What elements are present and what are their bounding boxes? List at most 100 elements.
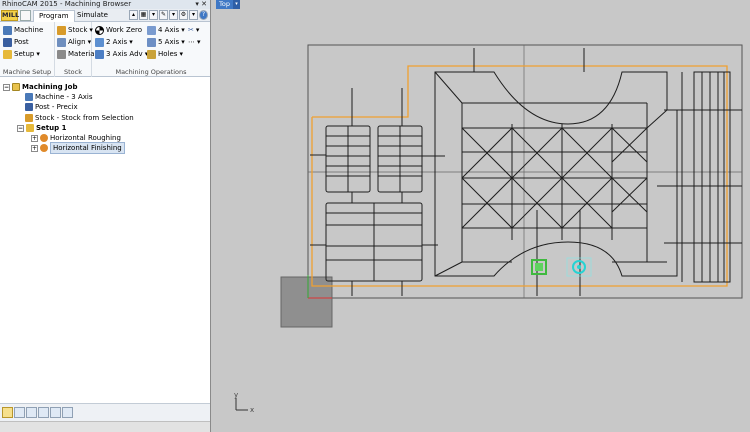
- app-window: RhinoCAM 2015 - Machining Browser ▾ ✕ MI…: [0, 0, 750, 432]
- work-zero-button[interactable]: Work Zero: [95, 25, 142, 36]
- setup-icon: [26, 124, 34, 132]
- app-icon[interactable]: [20, 10, 31, 21]
- group-label-machine-setup: Machine Setup: [2, 68, 52, 76]
- align-button[interactable]: Align ▾: [57, 37, 91, 48]
- dropdown-icon[interactable]: ▾: [149, 10, 158, 20]
- operation-icon: [40, 144, 48, 152]
- panel-window-controls[interactable]: ▾ ✕: [195, 0, 207, 9]
- collapse-toggle[interactable]: −: [17, 124, 24, 132]
- tools-icon: ✂: [188, 26, 194, 34]
- tools-dropdown-button[interactable]: ✂ ▾: [188, 25, 199, 36]
- tools-icon[interactable]: ✎: [159, 10, 168, 20]
- tree-node-setup[interactable]: − Setup 1: [17, 123, 66, 133]
- features-view-icon[interactable]: [26, 407, 37, 418]
- part-geometry-bars: [681, 71, 731, 283]
- machining-job-view-icon[interactable]: [2, 407, 13, 418]
- stock-button[interactable]: Stock ▾: [57, 25, 93, 36]
- knowledge-base-icon[interactable]: [38, 407, 49, 418]
- three-axis-adv-button[interactable]: 3 Axis Adv ▾: [95, 49, 148, 60]
- chevron-down-icon: ▾: [181, 38, 185, 46]
- panel-title: RhinoCAM 2015 - Machining Browser ▾ ✕: [0, 0, 210, 9]
- ribbon: Machine Post Setup ▾ Machine Setup Stock: [0, 22, 210, 77]
- ribbon-group-machining-operations: Work Zero 2 Axis ▾ 3 Axis Adv ▾ 4 Axis ▾: [92, 22, 210, 77]
- axis-indicator: [235, 398, 248, 411]
- expand-toggle[interactable]: +: [31, 134, 38, 142]
- tree-label-selected: Horizontal Finishing: [50, 142, 125, 154]
- machining-job-tree: − Machining Job Machine - 3 Axis Post - …: [0, 79, 210, 403]
- tree-label: Post - Precix: [35, 103, 78, 111]
- four-axis-button[interactable]: 4 Axis ▾: [147, 25, 185, 36]
- expand-toggle[interactable]: +: [31, 144, 38, 152]
- mill-module-button[interactable]: MILL: [1, 10, 19, 21]
- three-axis-adv-icon: [95, 50, 104, 59]
- machine-icon: [25, 93, 33, 101]
- chevron-down-icon: ▾: [197, 38, 201, 46]
- collapse-toggle[interactable]: −: [3, 83, 10, 91]
- dropdown-icon[interactable]: ▾: [189, 10, 198, 20]
- group-label-stock: Stock: [64, 68, 82, 76]
- holes-icon: [147, 50, 156, 59]
- properties-icon[interactable]: ▦: [139, 10, 148, 20]
- simulation-view-icon[interactable]: [62, 407, 73, 418]
- chevron-down-icon: ▾: [87, 38, 92, 46]
- setup-button[interactable]: Setup ▾: [3, 49, 40, 60]
- collapse-icon[interactable]: ▴: [129, 10, 138, 20]
- options-dropdown-button[interactable]: ⋯ ▾: [188, 37, 201, 48]
- tree-node-machining-job[interactable]: − Machining Job: [3, 82, 77, 92]
- post-label: Post: [14, 38, 29, 46]
- tree-node-machine[interactable]: Machine - 3 Axis: [25, 92, 92, 102]
- work-zero-label: Work Zero: [106, 26, 143, 34]
- material-icon: [57, 50, 66, 59]
- tree-label: Machining Job: [22, 83, 78, 91]
- selected-marker-fill: [535, 263, 543, 271]
- tree-node-horizontal-finishing[interactable]: + Horizontal Finishing: [31, 142, 125, 154]
- five-axis-button[interactable]: 5 Axis ▾: [147, 37, 185, 48]
- stock-view-icon[interactable]: [50, 407, 61, 418]
- post-icon: [3, 38, 12, 47]
- machining-job-icon: [12, 83, 20, 91]
- chevron-down-icon: ▾: [195, 26, 200, 34]
- tree-node-stock[interactable]: Stock - Stock from Selection: [25, 113, 134, 123]
- setup-label: Setup: [14, 50, 35, 58]
- align-label: Align: [68, 38, 86, 46]
- tree-label: Setup 1: [36, 124, 67, 132]
- options-icon: ⋯: [188, 38, 195, 46]
- browser-bottom-toolbar: [0, 403, 210, 421]
- horizontal-scrollbar[interactable]: [0, 421, 210, 432]
- group-label-machining-operations: Machining Operations: [115, 68, 187, 76]
- tools-view-icon[interactable]: [14, 407, 25, 418]
- tab-row: MILL Program Simulate ▴ ▦ ▾ ✎ ▾ ⚙ ▾ ?: [0, 9, 210, 22]
- tree-node-post[interactable]: Post - Precix: [25, 102, 78, 112]
- tab-program[interactable]: Program: [33, 10, 75, 22]
- part-geometry-left: [310, 88, 445, 296]
- tree-label: Machine - 3 Axis: [35, 93, 93, 101]
- chevron-down-icon: ▾: [181, 26, 185, 34]
- settings-icon[interactable]: ⚙: [179, 10, 188, 20]
- help-icon[interactable]: ?: [199, 10, 208, 20]
- material-button[interactable]: Material: [57, 49, 96, 60]
- work-origin-patch: [280, 276, 333, 328]
- stock-icon: [25, 114, 33, 122]
- panel-title-text: RhinoCAM 2015 - Machining Browser: [2, 0, 132, 8]
- machine-button[interactable]: Machine: [3, 25, 43, 36]
- machining-browser-panel: RhinoCAM 2015 - Machining Browser ▾ ✕ MI…: [0, 0, 211, 432]
- post-button[interactable]: Post: [3, 37, 29, 48]
- tab-simulate[interactable]: Simulate: [72, 10, 113, 22]
- ribbon-group-stock: Stock ▾ Align ▾ Material Stock: [55, 22, 96, 77]
- two-axis-label: 2 Axis: [106, 38, 128, 46]
- machine-label: Machine: [14, 26, 44, 34]
- dropdown-icon[interactable]: ▾: [169, 10, 178, 20]
- five-axis-icon: [147, 38, 156, 47]
- three-axis-adv-label: 3 Axis Adv: [106, 50, 143, 58]
- two-axis-button[interactable]: 2 Axis ▾: [95, 37, 133, 48]
- drawing-canvas[interactable]: [212, 0, 750, 432]
- quick-access-toolbar: ▴ ▦ ▾ ✎ ▾ ⚙ ▾ ?: [129, 10, 208, 20]
- holes-label: Holes: [158, 50, 178, 58]
- tree-label: Stock - Stock from Selection: [35, 114, 134, 122]
- setup-icon: [3, 50, 12, 59]
- holes-button[interactable]: Holes ▾: [147, 49, 183, 60]
- chevron-down-icon: ▾: [179, 50, 183, 58]
- stock-icon: [57, 26, 66, 35]
- cad-viewport-top[interactable]: Top ▾ y x: [212, 0, 750, 432]
- ribbon-group-machine-setup: Machine Post Setup ▾ Machine Setup: [0, 22, 55, 77]
